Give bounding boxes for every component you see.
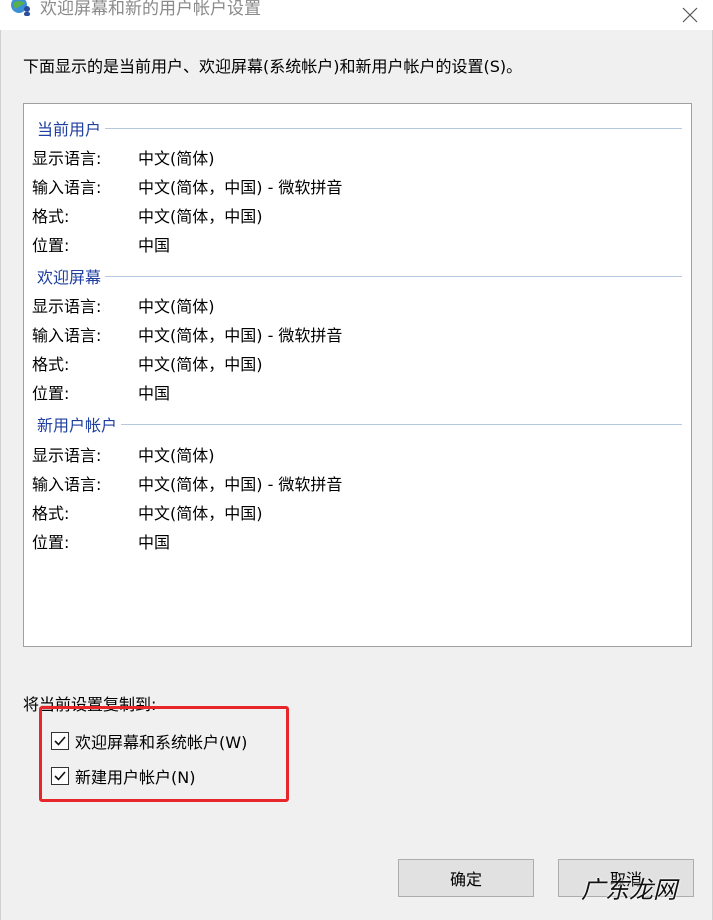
setting-row: 格式: 中文(简体，中国) — [32, 203, 263, 227]
group-header-label: 当前用户 — [37, 120, 102, 139]
window-title: 欢迎屏幕和新的用户帐户设置 — [40, 0, 261, 19]
setting-row: 位置: 中国 — [32, 380, 170, 404]
setting-value: 中文(简体，中国) - 微软拼音 — [138, 178, 343, 197]
setting-label: 位置: — [32, 533, 70, 552]
group-divider — [105, 275, 682, 277]
setting-row: 输入语言: 中文(简体，中国) - 微软拼音 — [32, 471, 342, 495]
setting-row: 位置: 中国 — [32, 232, 170, 256]
highlight-annotation — [39, 706, 289, 802]
setting-row: 显示语言: 中文(简体) — [32, 293, 215, 317]
description-text: 下面显示的是当前用户、欢迎屏幕(系统帐户)和新用户帐户的设置(S)。 — [23, 57, 523, 76]
settings-panel[interactable]: 当前用户 显示语言: 中文(简体) 输入语言: 中文(简体，中国) - 微软拼音 格… — [23, 103, 692, 647]
ok-button[interactable]: 确定 — [398, 859, 534, 897]
setting-value: 中国 — [138, 533, 171, 552]
setting-row: 输入语言: 中文(简体，中国) - 微软拼音 — [32, 174, 342, 198]
setting-label: 格式: — [32, 207, 70, 226]
setting-label: 输入语言: — [32, 475, 102, 494]
setting-label: 输入语言: — [32, 178, 102, 197]
setting-label: 输入语言: — [32, 326, 102, 345]
setting-value: 中国 — [138, 384, 171, 403]
setting-row: 显示语言: 中文(简体) — [32, 145, 215, 169]
title-bar: 欢迎屏幕和新的用户帐户设置 — [0, 0, 713, 30]
group-header-new-user-account: 新用户帐户 — [37, 412, 682, 436]
setting-label: 格式: — [32, 355, 70, 374]
setting-label: 显示语言: — [32, 446, 102, 465]
setting-value: 中文(简体，中国) — [138, 504, 263, 523]
setting-row: 位置: 中国 — [32, 529, 170, 553]
group-header-label: 欢迎屏幕 — [37, 268, 102, 287]
setting-row: 格式: 中文(简体，中国) — [32, 500, 263, 524]
setting-value: 中文(简体) — [138, 297, 215, 316]
setting-label: 格式: — [32, 504, 70, 523]
setting-value: 中文(简体) — [138, 446, 215, 465]
setting-value: 中文(简体) — [138, 149, 215, 168]
setting-label: 显示语言: — [32, 149, 102, 168]
group-divider — [121, 423, 682, 425]
group-header-welcome-screen: 欢迎屏幕 — [37, 264, 682, 288]
setting-value: 中文(简体，中国) — [138, 207, 263, 226]
setting-label: 位置: — [32, 236, 70, 255]
group-divider — [105, 127, 682, 129]
close-button[interactable] — [667, 0, 713, 30]
setting-value: 中文(简体，中国) - 微软拼音 — [138, 326, 343, 345]
watermark-text: 广东龙网 — [581, 876, 677, 904]
setting-value: 中文(简体，中国) - 微软拼音 — [138, 475, 343, 494]
setting-label: 显示语言: — [32, 297, 102, 316]
setting-row: 格式: 中文(简体，中国) — [32, 351, 263, 375]
close-icon — [682, 7, 698, 23]
group-header-current-user: 当前用户 — [37, 116, 682, 140]
setting-row: 显示语言: 中文(简体) — [32, 442, 215, 466]
setting-row: 输入语言: 中文(简体，中国) - 微软拼音 — [32, 322, 342, 346]
setting-value: 中国 — [138, 236, 171, 255]
setting-value: 中文(简体，中国) — [138, 355, 263, 374]
globe-user-icon — [11, 0, 30, 16]
group-header-label: 新用户帐户 — [37, 416, 118, 435]
setting-label: 位置: — [32, 384, 70, 403]
